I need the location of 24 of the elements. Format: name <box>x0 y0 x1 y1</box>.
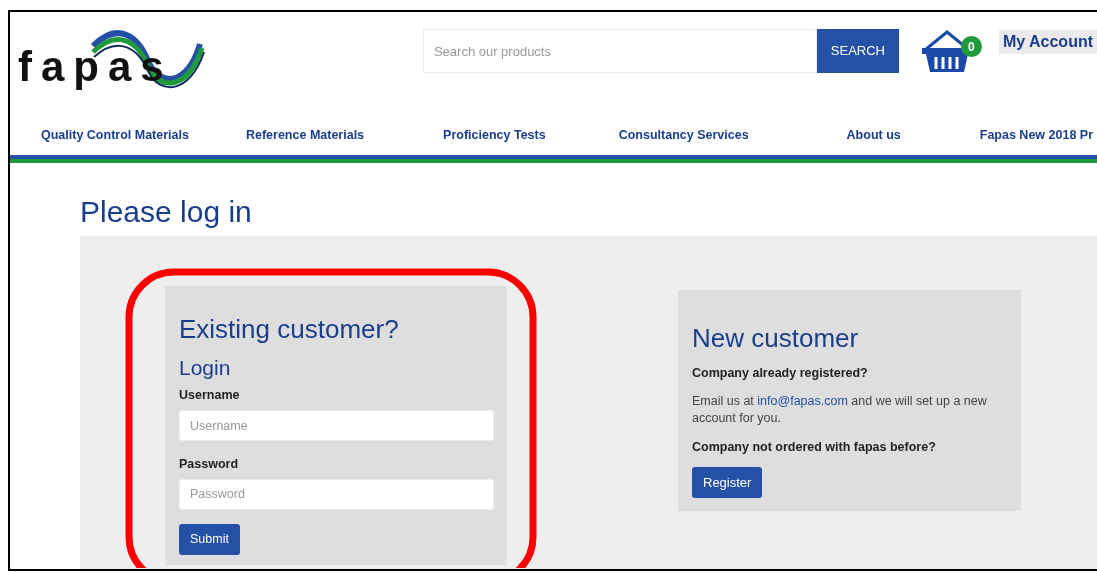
page-title: Please log in <box>79 194 253 230</box>
email-link[interactable]: info@fapas.com <box>757 393 848 408</box>
nav-link[interactable]: Fapas New 2018 Pr <box>979 125 1094 145</box>
register-button[interactable]: Register <box>692 466 763 499</box>
question-text: Company already registered? <box>692 365 869 383</box>
account-link[interactable]: My Account <box>998 30 1097 54</box>
nav-link[interactable]: Reference Materials <box>245 125 365 145</box>
nav-link[interactable]: Proficiency Tests <box>443 125 546 145</box>
search-button[interactable]: SEARCH <box>816 29 899 73</box>
register-heading: New customer <box>692 323 860 355</box>
cart-count-badge: 0 <box>960 36 982 57</box>
field-label: Password <box>179 456 240 474</box>
search-field[interactable]: Search our products <box>422 29 817 73</box>
login-subheading: Login <box>179 355 232 381</box>
submit-button[interactable]: Submit <box>179 523 240 555</box>
field-label: Username <box>179 387 241 405</box>
password-field[interactable]: Password <box>179 478 494 510</box>
nav-link[interactable]: About us <box>846 125 901 145</box>
nav-link[interactable]: Consultancy Services <box>618 125 749 145</box>
login-heading: Existing customer? <box>179 314 400 346</box>
question-text: Company not ordered with fapas before? <box>692 438 937 456</box>
nav-link[interactable]: Quality Control Materials <box>41 125 189 145</box>
username-field[interactable]: Username <box>179 410 494 442</box>
info-paragraph: Email us at info@fapas.com and we will set up a new account for you. <box>692 392 988 428</box>
